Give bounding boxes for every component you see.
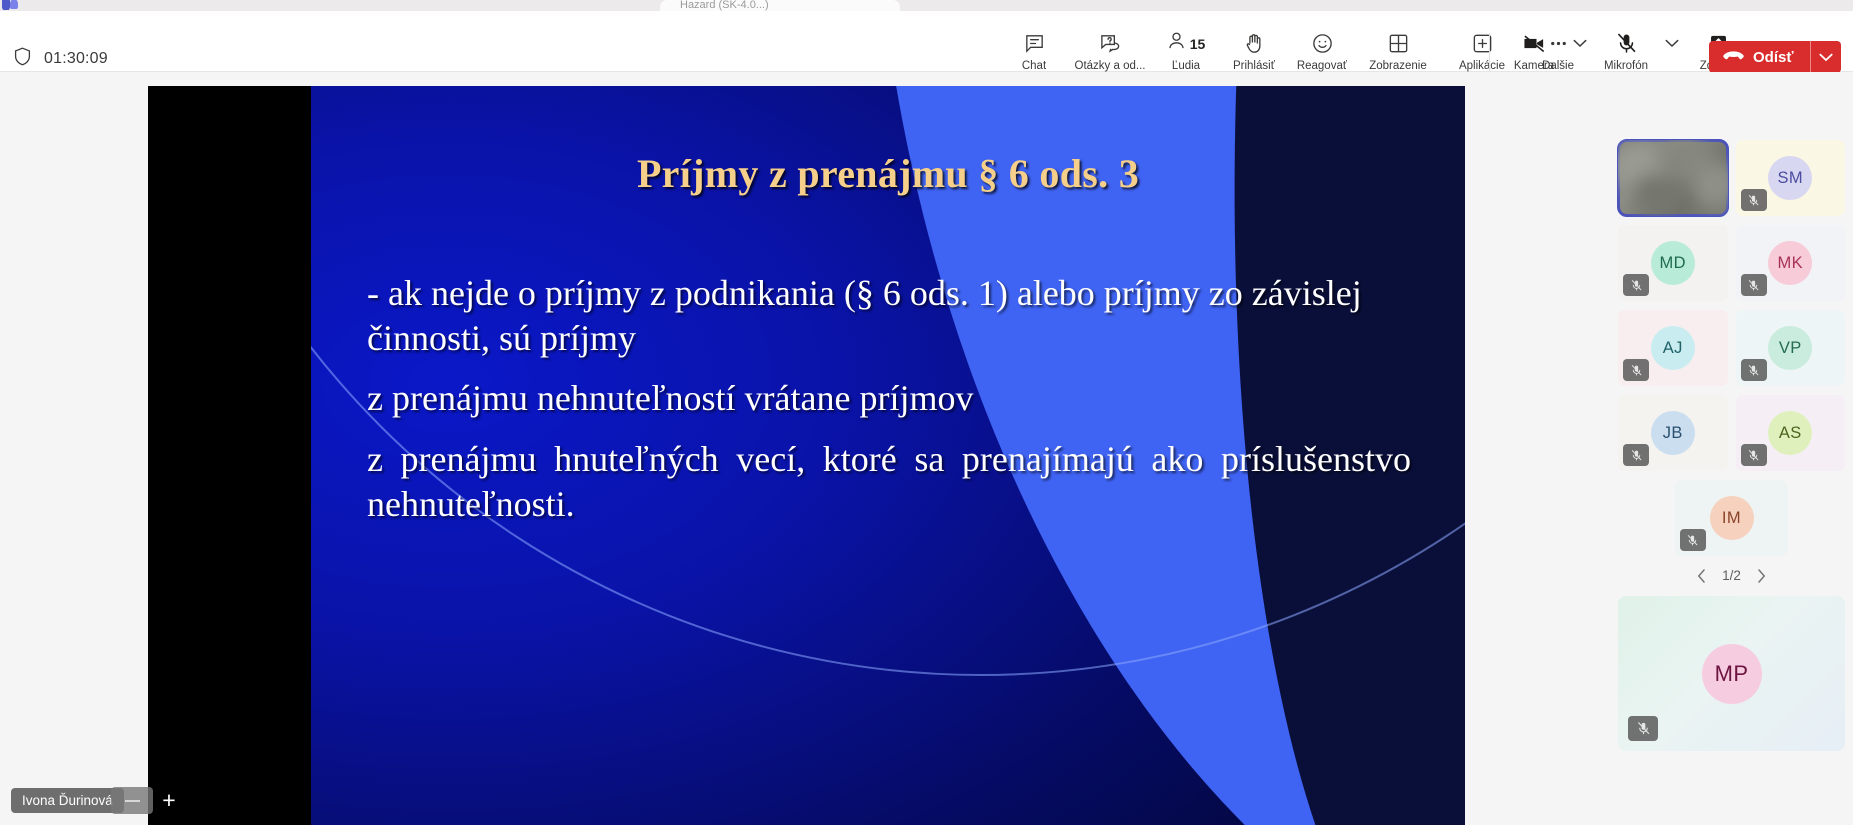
question-answer-icon	[1099, 30, 1122, 57]
microphone-off-icon	[1740, 444, 1767, 466]
teams-meeting-window: Hazard (SK-4.0...) 01:30:09 Chat Otázky …	[0, 0, 1853, 825]
roster-page-label: 1/2	[1722, 568, 1741, 583]
avatar: MP	[1701, 643, 1762, 704]
avatar: AS	[1768, 411, 1813, 455]
toolbar-button-people[interactable]: 15 Ľudia	[1152, 28, 1220, 72]
browser-tab[interactable]: Hazard (SK-4.0...)	[660, 0, 900, 11]
leave-dropdown-chevron-down-icon[interactable]	[1811, 41, 1841, 73]
chevron-left-icon[interactable]	[1697, 568, 1706, 583]
chevron-right-icon[interactable]	[1757, 568, 1766, 583]
grid-view-icon	[1387, 30, 1410, 57]
participant-grid-last-row: IM	[1618, 480, 1845, 556]
toolbar-button-camera[interactable]: Kamera	[1500, 28, 1568, 72]
toolbar-button-raise-hand[interactable]: Prihlásiť	[1220, 28, 1288, 72]
toolbar-button-microphone[interactable]: Mikrofón	[1592, 28, 1660, 72]
microphone-off-icon	[1679, 529, 1706, 551]
leave-meeting-button[interactable]: Odísť	[1709, 41, 1841, 73]
participant-tile[interactable]: SM	[1735, 140, 1845, 216]
avatar: MD	[1650, 241, 1695, 285]
toolbar-label-camera: Kamera	[1513, 60, 1555, 72]
toolbar-label-apps: Aplikácie	[1458, 60, 1506, 72]
meeting-security-timer: 01:30:09	[14, 47, 108, 71]
toolbar-label-view: Zobrazenie	[1369, 60, 1427, 72]
toolbar-button-react[interactable]: Reagovať	[1288, 28, 1356, 72]
participant-tile[interactable]: AJ	[1618, 310, 1728, 386]
microphone-off-icon	[1740, 189, 1767, 211]
shield-icon	[14, 47, 31, 71]
slide-body: - ak nejde o príjmy z podnikania (§ 6 od…	[367, 271, 1411, 587]
leave-button-label: Odísť	[1753, 48, 1794, 66]
roster-pagination: 1/2	[1618, 568, 1845, 583]
toolbar-label-qa: Otázky a od...	[1074, 60, 1146, 72]
microphone-off-icon	[1623, 359, 1649, 381]
avatar: IM	[1709, 496, 1754, 540]
toolbar-button-qa[interactable]: Otázky a od...	[1068, 28, 1152, 72]
microphone-off-icon	[1623, 274, 1649, 296]
participant-tile[interactable]: VP	[1735, 310, 1845, 386]
raise-hand-icon	[1244, 30, 1265, 57]
toolbar-label-microphone: Mikrofón	[1603, 60, 1649, 72]
video-blur-decor	[1618, 140, 1728, 216]
participant-rail: SM MD MK AJ VP JB AS IM 1/2 MP	[1610, 72, 1853, 825]
avatar: VP	[1768, 326, 1813, 370]
avatar: JB	[1650, 411, 1695, 455]
slide-line-2: z prenájmu nehnuteľností vrátane príjmov	[367, 378, 974, 419]
presentation-slide: Príjmy z prenájmu § 6 ods. 3 - ak nejde …	[311, 86, 1465, 825]
camera-dropdown-chevron-down-icon[interactable]	[1568, 30, 1592, 57]
microphone-off-icon	[1628, 716, 1658, 741]
toolbar-label-raise-hand: Prihlásiť	[1232, 60, 1276, 72]
chat-icon	[1023, 30, 1046, 57]
participant-tile[interactable]: IM	[1674, 480, 1789, 556]
toolbar-label-chat: Chat	[1021, 60, 1047, 72]
browser-tab-strip: Hazard (SK-4.0...)	[0, 0, 1853, 11]
camera-off-icon	[1522, 30, 1547, 57]
microphone-off-icon	[1615, 30, 1638, 57]
microphone-dropdown-chevron-down-icon[interactable]	[1660, 30, 1684, 57]
presenter-name-label: Ivona Ďurinová	[11, 788, 124, 813]
zoom-out-button[interactable]	[111, 787, 153, 814]
meeting-stage: Príjmy z prenájmu § 6 ods. 3 - ak nejde …	[0, 72, 1610, 825]
spotlight-participant-tile[interactable]: MP	[1618, 596, 1845, 751]
plus-box-icon	[1471, 30, 1494, 57]
zoom-in-button[interactable]: +	[152, 787, 186, 814]
participant-tile[interactable]: AS	[1735, 395, 1845, 471]
slide-line-1: - ak nejde o príjmy z podnikania (§ 6 od…	[367, 273, 1362, 358]
microphone-off-icon	[1740, 274, 1767, 296]
meeting-toolbar: 01:30:09 Chat Otázky a od... 15 Ľudia Pr…	[0, 11, 1853, 73]
avatar: AJ	[1650, 326, 1695, 370]
meeting-timer: 01:30:09	[44, 50, 108, 67]
toolbar-label-people: Ľudia	[1171, 60, 1201, 72]
participant-tile-video[interactable]	[1617, 139, 1729, 217]
avatar: SM	[1768, 156, 1813, 200]
teams-logo-icon	[0, 0, 22, 10]
participant-tile[interactable]: MK	[1735, 225, 1845, 301]
participant-grid: SM MD MK AJ VP JB AS	[1617, 139, 1845, 471]
slide-title: Príjmy z prenájmu § 6 ods. 3	[636, 151, 1140, 196]
avatar: MK	[1768, 241, 1813, 285]
shared-screen[interactable]: Príjmy z prenájmu § 6 ods. 3 - ak nejde …	[148, 86, 1465, 825]
emoji-icon	[1311, 30, 1334, 57]
microphone-off-icon	[1740, 359, 1767, 381]
toolbar-label-react: Reagovať	[1296, 60, 1348, 72]
slide-line-3: z prenájmu hnuteľných vecí, ktoré sa pre…	[367, 438, 1411, 524]
people-count: 15	[1189, 35, 1206, 52]
participant-tile[interactable]: MD	[1618, 225, 1728, 301]
microphone-off-icon	[1623, 444, 1649, 466]
people-icon	[1167, 30, 1186, 58]
toolbar-button-chat[interactable]: Chat	[1000, 28, 1068, 72]
participant-tile[interactable]: JB	[1618, 395, 1728, 471]
hangup-icon	[1723, 49, 1744, 66]
toolbar-button-view[interactable]: Zobrazenie	[1356, 28, 1440, 72]
toolbar-divider	[1489, 33, 1490, 71]
